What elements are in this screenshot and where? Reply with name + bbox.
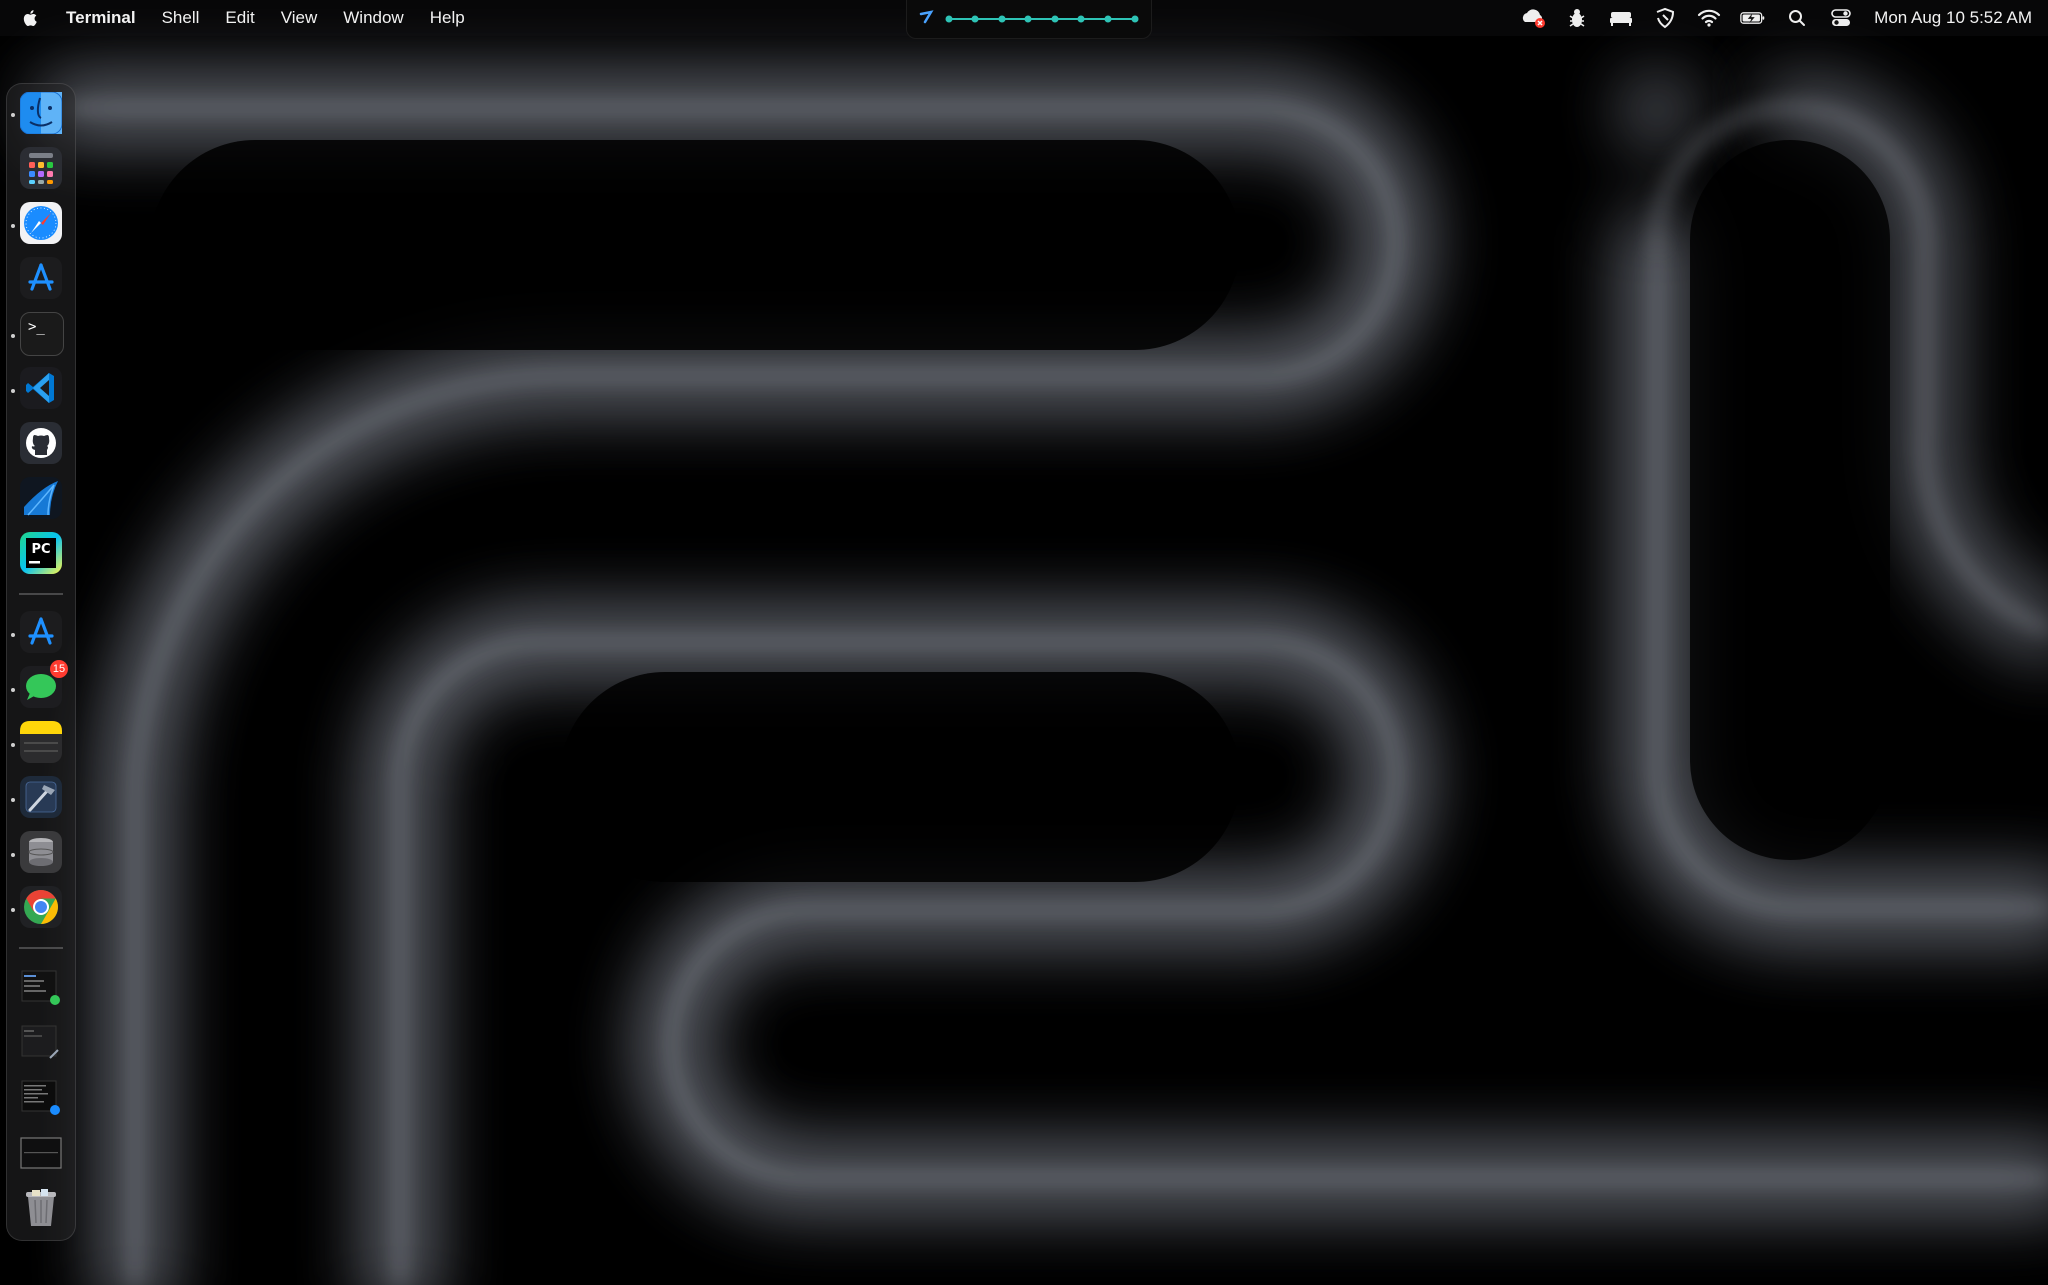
running-indicator	[11, 113, 15, 117]
dock-item-vscode[interactable]	[20, 367, 62, 409]
dock-item-minimized-window-3[interactable]	[20, 1077, 62, 1119]
dock-item-app-store-2[interactable]	[20, 611, 62, 653]
github-icon	[20, 422, 62, 464]
chrome-icon	[20, 886, 62, 928]
dock-item-chrome[interactable]	[20, 886, 62, 928]
dock-item-terminal[interactable]: >_	[20, 312, 64, 356]
timeline-dots	[919, 10, 1139, 24]
dock-separator	[19, 947, 63, 949]
dock-item-notes[interactable]	[20, 721, 62, 763]
menu-view[interactable]: View	[281, 0, 318, 36]
safari-icon	[20, 202, 62, 244]
dock-item-launchpad[interactable]	[20, 147, 62, 189]
menu-window[interactable]: Window	[343, 0, 403, 36]
dock-item-safari[interactable]	[20, 202, 62, 244]
disk-utility-icon	[20, 831, 62, 873]
search-icon[interactable]	[1784, 7, 1810, 29]
wallpaper	[0, 0, 2048, 1285]
dock-item-finder[interactable]	[19, 91, 63, 135]
dock-item-trash[interactable]	[20, 1187, 62, 1229]
running-indicator	[11, 743, 15, 747]
xcode-icon	[20, 776, 62, 818]
running-indicator	[11, 389, 15, 393]
running-indicator	[11, 908, 15, 912]
window-thumbnail-icon	[21, 970, 60, 1005]
dock-item-xcode[interactable]	[20, 776, 62, 818]
menu-app-name[interactable]: Terminal	[66, 0, 136, 36]
running-indicator	[11, 798, 15, 802]
running-indicator	[11, 633, 15, 637]
vscode-icon	[20, 367, 62, 409]
running-indicator	[11, 334, 15, 338]
dock-item-disk-utility[interactable]	[20, 831, 62, 873]
menu-edit[interactable]: Edit	[225, 0, 254, 36]
bed-icon[interactable]	[1608, 7, 1634, 29]
pycharm-label: PC	[31, 542, 51, 557]
app-store-icon	[20, 257, 62, 299]
window-thumbnail-icon	[21, 1080, 60, 1115]
dock-item-minimized-window-2[interactable]	[20, 1022, 62, 1064]
launchpad-icon	[20, 147, 62, 189]
menu-bar-right: Mon Aug 10 5:52 AM	[1502, 0, 2032, 36]
dock-item-minimized-window-4[interactable]	[20, 1132, 62, 1174]
menu-help[interactable]: Help	[430, 0, 465, 36]
finder-icon	[19, 91, 63, 135]
shield-icon[interactable]	[1652, 7, 1678, 29]
dock-item-github-desktop[interactable]	[20, 422, 62, 464]
window-thumbnail-icon	[20, 1137, 62, 1169]
window-thumbnail-icon	[21, 1025, 59, 1059]
terminal-icon: >_	[28, 319, 45, 335]
running-indicator	[11, 688, 15, 692]
dock-separator	[19, 593, 63, 595]
dock-item-messages[interactable]: 15	[20, 660, 68, 708]
running-indicator	[11, 853, 15, 857]
apple-menu-icon[interactable]	[22, 8, 40, 28]
dock-item-app-store[interactable]	[20, 257, 62, 299]
notes-icon	[20, 721, 62, 763]
app-store-icon	[20, 611, 62, 653]
wireshark-icon	[20, 477, 62, 519]
dock-item-pycharm[interactable]: PC	[20, 532, 62, 574]
messages-badge: 15	[50, 660, 68, 678]
dock-item-wireshark[interactable]	[20, 477, 62, 519]
menu-bar-clock[interactable]: Mon Aug 10 5:52 AM	[1874, 8, 2032, 28]
bug-icon[interactable]	[1564, 7, 1590, 29]
desktop: Terminal Shell Edit View Window Help Mon…	[0, 0, 2048, 1285]
cloud-alert-icon[interactable]	[1520, 7, 1546, 29]
speed-test-icon	[919, 10, 934, 24]
battery-charging-icon[interactable]	[1740, 7, 1766, 29]
running-indicator	[11, 224, 15, 228]
dock-item-minimized-window-1[interactable]	[20, 967, 62, 1009]
menu-shell[interactable]: Shell	[162, 0, 200, 36]
control-center-icon[interactable]	[1828, 7, 1854, 29]
dock: >_ PC 15	[6, 83, 76, 1241]
notch-widget[interactable]	[906, 0, 1152, 39]
wifi-icon[interactable]	[1696, 7, 1722, 29]
trash-icon	[26, 1189, 56, 1226]
menu-bar-left: Terminal Shell Edit View Window Help	[22, 0, 491, 36]
